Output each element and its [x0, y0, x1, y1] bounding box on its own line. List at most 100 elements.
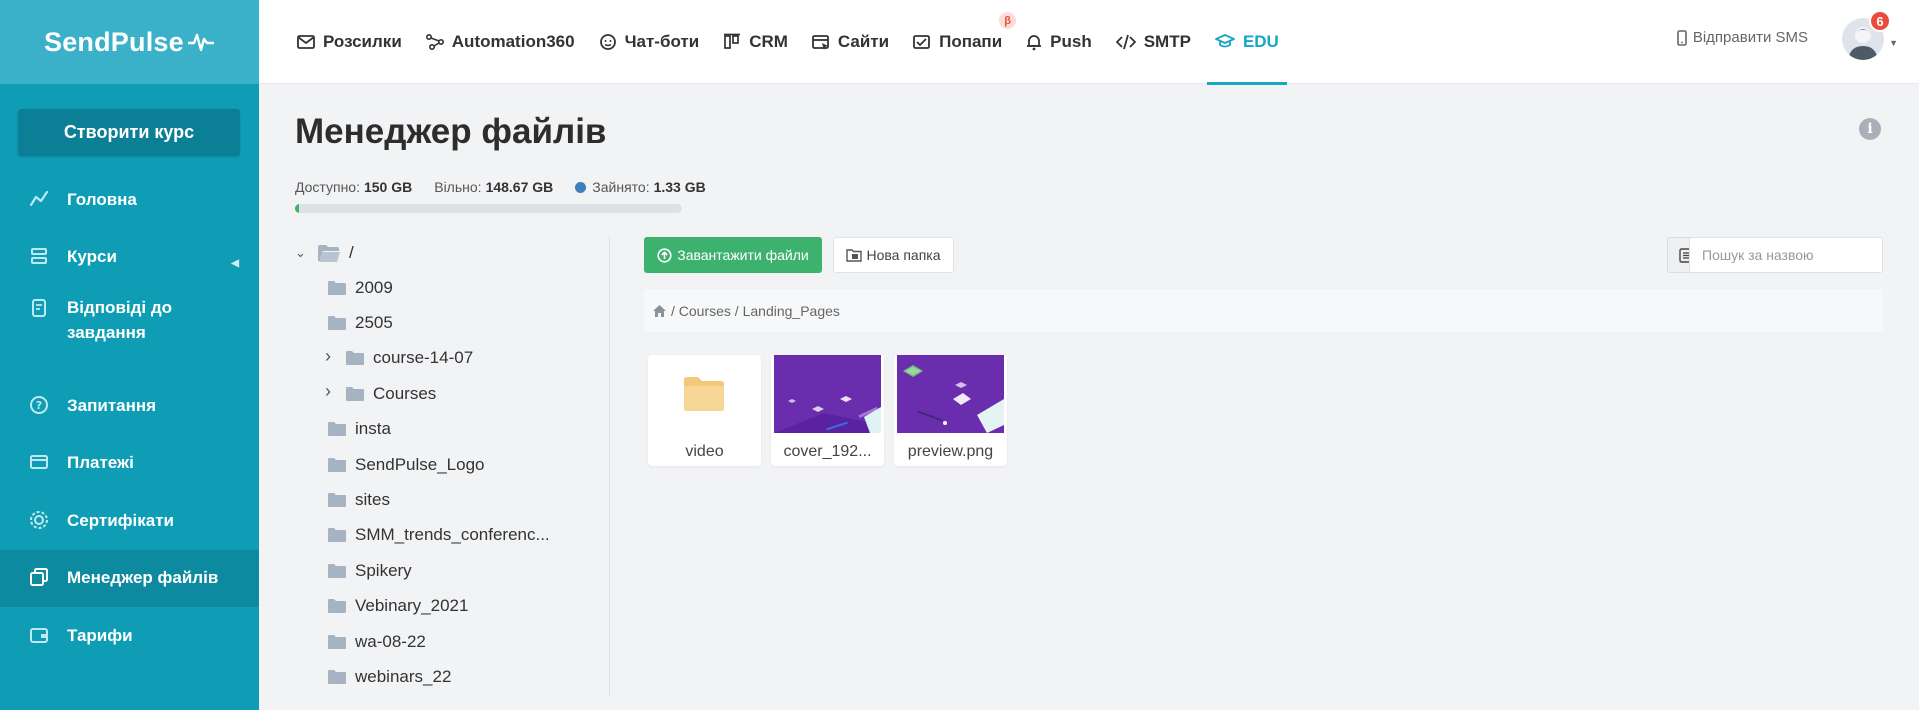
topnav-item-campaigns[interactable]: Розсилки — [297, 0, 402, 84]
question-bubble-icon: ? — [30, 396, 48, 414]
sidebar-item-label: Запитання — [67, 396, 157, 415]
sendpulse-logo[interactable]: SendPulse — [0, 0, 259, 84]
topnav-item-chatbots[interactable]: Чат-боти — [599, 0, 700, 84]
file-name: video — [685, 443, 724, 460]
breadcrumb-path[interactable]: / Courses / Landing_Pages — [671, 303, 840, 319]
sidebar-item-tariffs[interactable]: Тарифи — [0, 607, 259, 664]
folder-icon — [328, 528, 346, 543]
popup-icon — [913, 35, 930, 49]
file-name: preview.png — [907, 443, 994, 460]
sidebar-item-certificates[interactable]: Сертифікати — [0, 492, 259, 550]
topnav-item-edu[interactable]: EDU — [1206, 0, 1287, 85]
pulse-logo-icon — [187, 33, 214, 52]
topnav-label: Push — [1050, 32, 1092, 51]
new-folder-button[interactable]: Нова папка — [833, 237, 954, 273]
home-icon[interactable] — [652, 304, 667, 318]
topnav-item-sites[interactable]: Сайти — [812, 0, 889, 84]
tree-folder-item[interactable]: 2009 — [295, 270, 535, 305]
sidebar-item-answers[interactable]: Відповіді до завдання — [0, 285, 267, 377]
tree-folder-item[interactable]: › course-14-07 — [295, 341, 535, 376]
tree-root[interactable]: ⌄ / — [295, 236, 535, 270]
breadcrumb: / Courses / Landing_Pages — [644, 289, 1883, 332]
image-tile[interactable]: cover_192... — [771, 355, 884, 466]
top-nav: Розсилки Automation360 Чат-боти CRM Сайт… — [297, 0, 1303, 85]
folder-tile[interactable]: video — [648, 355, 761, 466]
chatbot-icon — [599, 34, 616, 50]
image-tile[interactable]: preview.png — [894, 355, 1007, 466]
tree-folder-label: 2505 — [355, 313, 393, 333]
brand-name: SendPulse — [44, 26, 184, 57]
folder-icon — [328, 634, 346, 649]
folder-icon — [328, 669, 346, 684]
folder-tree: ⌄ / 2009 2505 › course-14-07 › Courses insta Se… — [295, 236, 550, 695]
folder-icon — [346, 351, 364, 366]
upload-label: Завантажити файли — [677, 247, 809, 263]
search-input[interactable] — [1689, 237, 1883, 273]
clipboard-icon — [32, 299, 46, 317]
chevron-down-icon[interactable]: ▼ — [1889, 38, 1898, 48]
tree-folder-item[interactable]: webinars_22 — [295, 659, 535, 694]
beta-badge: β — [999, 12, 1017, 29]
topnav-item-crm[interactable]: CRM — [723, 0, 788, 84]
folder-icon — [328, 599, 346, 614]
sidebar-item-label: Головна — [67, 190, 137, 209]
tree-folder-label: Courses — [373, 383, 437, 403]
storage-progress-fill — [295, 204, 299, 213]
svg-text:?: ? — [36, 399, 42, 412]
tree-folder-item[interactable]: insta — [295, 412, 535, 447]
notification-badge[interactable]: 6 — [1869, 10, 1891, 32]
send-sms-link[interactable]: Відправити SMS — [1677, 29, 1808, 46]
folder-icon — [328, 457, 346, 472]
tree-folder-item[interactable]: SendPulse_Logo — [295, 447, 535, 482]
topnav-label: Чат-боти — [624, 32, 700, 51]
topnav-label: EDU — [1242, 32, 1279, 51]
certificate-gear-icon — [30, 511, 48, 529]
topnav-item-push[interactable]: Push — [1026, 0, 1092, 84]
tree-folder-item[interactable]: wa-08-22 — [295, 624, 535, 659]
sidebar-item-payments[interactable]: Платежі — [0, 434, 259, 492]
code-icon — [1115, 34, 1136, 50]
upload-icon — [657, 247, 672, 263]
sidebar-item-label: Менеджер файлів — [67, 568, 219, 587]
tree-folder-label: SMM_trends_conferenc... — [355, 525, 550, 545]
sidebar-item-home[interactable]: Головна — [0, 170, 259, 227]
image-thumbnail — [897, 355, 1004, 433]
topnav-label: Розсилки — [323, 32, 402, 51]
folder-icon — [684, 377, 724, 411]
topnav-item-popups[interactable]: Попапи β — [913, 0, 1017, 84]
sidebar-item-questions[interactable]: ? Запитання — [0, 377, 259, 434]
add-folder-icon — [846, 249, 863, 262]
create-course-button[interactable]: Створити курс — [18, 109, 240, 156]
file-name: cover_192... — [783, 443, 872, 460]
chevron-right-icon[interactable]: › — [325, 346, 331, 367]
sidebar-item-courses[interactable]: Курси ◀ — [0, 227, 259, 285]
folder-icon — [328, 563, 346, 578]
tree-folder-label: 2009 — [355, 277, 393, 297]
tree-folder-item[interactable]: 2505 — [295, 305, 535, 340]
tree-folder-item[interactable]: sites — [295, 482, 535, 517]
topnav-label: CRM — [749, 32, 788, 51]
tree-folder-label: Spikery — [355, 560, 412, 580]
chart-line-icon — [29, 190, 49, 207]
folder-icon — [346, 386, 364, 401]
wallet-icon — [30, 628, 48, 643]
sidebar-item-file-manager[interactable]: Менеджер файлів — [0, 550, 259, 607]
folder-icon — [328, 422, 346, 437]
topnav-item-automation[interactable]: Automation360 — [425, 0, 575, 84]
topnav-label: Сайти — [837, 32, 890, 51]
send-sms-label: Відправити SMS — [1692, 29, 1808, 46]
tree-folder-label: insta — [355, 419, 391, 439]
caret-left-icon: ◀ — [231, 258, 239, 269]
tree-folder-item[interactable]: Spikery — [295, 553, 535, 588]
tree-folder-item[interactable]: Vebinary_2021 — [295, 589, 535, 624]
tree-folder-item[interactable]: › Courses — [295, 376, 535, 411]
graduation-cap-icon — [1215, 34, 1235, 48]
chevron-right-icon[interactable]: › — [325, 381, 331, 402]
tree-folder-item[interactable]: SMM_trends_conferenc... — [295, 518, 550, 553]
topnav-item-smtp[interactable]: SMTP — [1115, 0, 1191, 84]
info-icon[interactable]: i — [1859, 118, 1881, 140]
chevron-down-icon[interactable]: ⌄ — [295, 245, 311, 261]
main-content: Менеджер файлів i Доступно: 150 GB Вільн… — [259, 84, 1919, 710]
sidebar-item-label: Курси — [67, 247, 117, 266]
upload-files-button[interactable]: Завантажити файли — [644, 237, 822, 273]
